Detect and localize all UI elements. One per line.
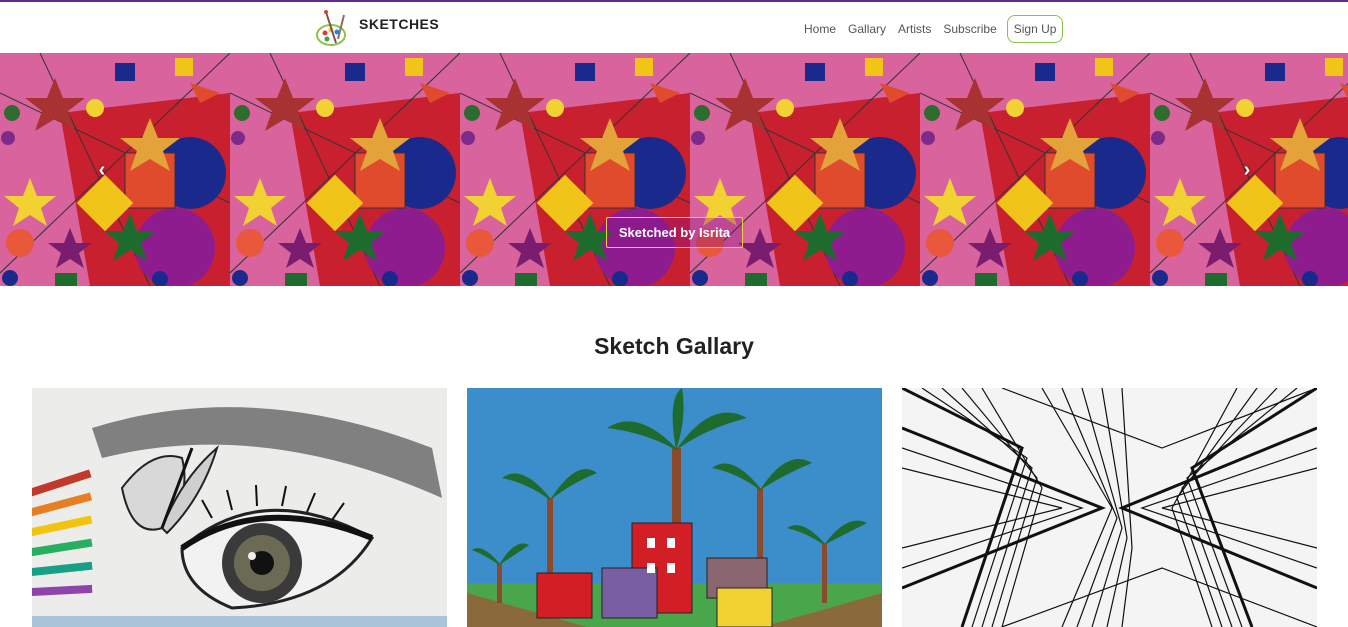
gallery-card-zentangle[interactable]: [902, 388, 1317, 627]
brand[interactable]: SKETCHES: [316, 9, 439, 47]
gallery-card-palm-painting[interactable]: [467, 388, 882, 627]
gallery-image-palm-painting: [467, 388, 882, 627]
gallery-image-zentangle: [902, 388, 1317, 627]
chevron-left-icon[interactable]: ‹: [92, 156, 112, 184]
nav-artists[interactable]: Artists: [898, 22, 931, 36]
nav-home[interactable]: Home: [804, 22, 836, 36]
carousel-image: [0, 53, 1348, 286]
gallery-image-eye-sketch: [32, 388, 447, 627]
nav-subscribe[interactable]: Subscribe: [943, 22, 996, 36]
palette-icon: [316, 10, 346, 46]
signup-button[interactable]: Sign Up: [1006, 15, 1064, 43]
hero-carousel: ‹ › Sketched by Isrita: [0, 53, 1348, 286]
carousel-caption: Sketched by Isrita: [606, 217, 743, 248]
navbar: SKETCHES Home Gallary Artists Subscribe …: [0, 2, 1348, 53]
gallery-title: Sketch Gallary: [594, 333, 754, 359]
nav-gallary[interactable]: Gallary: [848, 22, 886, 36]
gallery-card-eye-sketch[interactable]: [32, 388, 447, 627]
nav-links: Home Gallary Artists Subscribe Sign Up: [798, 15, 1064, 43]
brand-name: SKETCHES: [359, 15, 440, 32]
chevron-right-icon[interactable]: ›: [1237, 156, 1257, 184]
